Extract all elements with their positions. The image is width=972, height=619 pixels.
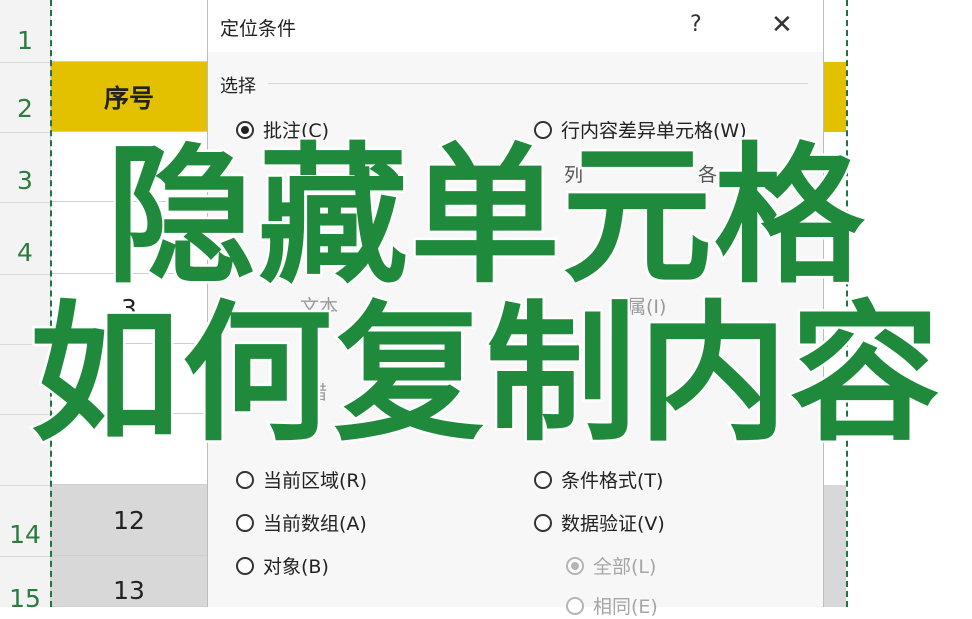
close-icon[interactable]: ✕ — [771, 10, 793, 40]
grey-cell-fill — [822, 485, 846, 607]
cell[interactable]: 13 — [51, 556, 207, 607]
grid-line — [0, 485, 50, 486]
grid-line — [0, 556, 50, 557]
radio-validation-same[interactable]: 相同(E) — [566, 592, 658, 619]
option-label: 对象(B) — [263, 556, 329, 578]
header-cell[interactable]: 序号 — [51, 62, 207, 132]
option-label: 相同(E) — [593, 596, 658, 618]
radio-validation-all[interactable]: 全部(L) — [566, 552, 656, 579]
radio-objects[interactable]: 对象(B) — [236, 552, 329, 579]
cell-a1[interactable] — [51, 0, 207, 62]
row-number[interactable]: 1 — [0, 28, 50, 53]
overlay-caption-line-2: 如何复制内容 — [27, 288, 942, 462]
option-label: 当前区域(R) — [263, 470, 368, 492]
radio-icon — [236, 556, 254, 575]
header-cell-fill — [822, 62, 846, 132]
divider — [268, 83, 808, 84]
row-number[interactable]: 14 — [0, 522, 50, 547]
grid-line — [0, 132, 50, 133]
radio-icon — [534, 470, 552, 489]
radio-icon — [534, 513, 552, 532]
radio-current-region[interactable]: 当前区域(R) — [236, 466, 367, 493]
radio-icon — [566, 596, 584, 615]
radio-current-array[interactable]: 当前数组(A) — [236, 509, 367, 536]
option-label: 条件格式(T) — [561, 470, 664, 492]
radio-icon — [236, 513, 254, 532]
grid-line — [0, 62, 50, 63]
row-number[interactable]: 15 — [0, 586, 50, 611]
dialog-titlebar: 定位条件 ? ✕ — [208, 0, 823, 52]
option-label: 数据验证(V) — [561, 513, 665, 535]
overlay-caption-line-1: 隐藏单元格 — [103, 130, 866, 304]
row-number[interactable]: 2 — [0, 96, 50, 121]
option-label: 全部(L) — [593, 556, 657, 578]
dialog-title: 定位条件 — [220, 18, 297, 40]
option-label: 当前数组(A) — [263, 513, 367, 535]
section-label: 选择 — [220, 76, 256, 97]
radio-data-validation[interactable]: 数据验证(V) — [534, 509, 665, 536]
radio-selected-icon — [566, 556, 584, 575]
radio-icon — [236, 470, 254, 489]
cell[interactable]: 12 — [51, 485, 207, 556]
radio-conditional-formats[interactable]: 条件格式(T) — [534, 466, 663, 493]
help-icon[interactable]: ? — [690, 12, 702, 37]
